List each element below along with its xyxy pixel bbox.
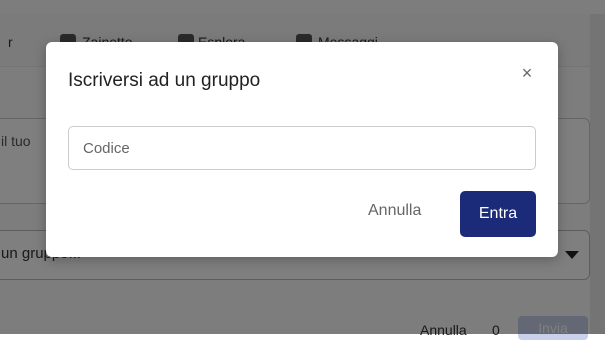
close-icon[interactable]: × [516,62,538,84]
modal-title: Iscriversi ad un gruppo [68,70,261,91]
enter-button[interactable]: Entra [460,191,536,237]
join-group-modal: Iscriversi ad un gruppo × Annulla Entra [46,42,558,257]
cancel-button[interactable]: Annulla [368,202,421,220]
code-input[interactable] [68,126,536,170]
